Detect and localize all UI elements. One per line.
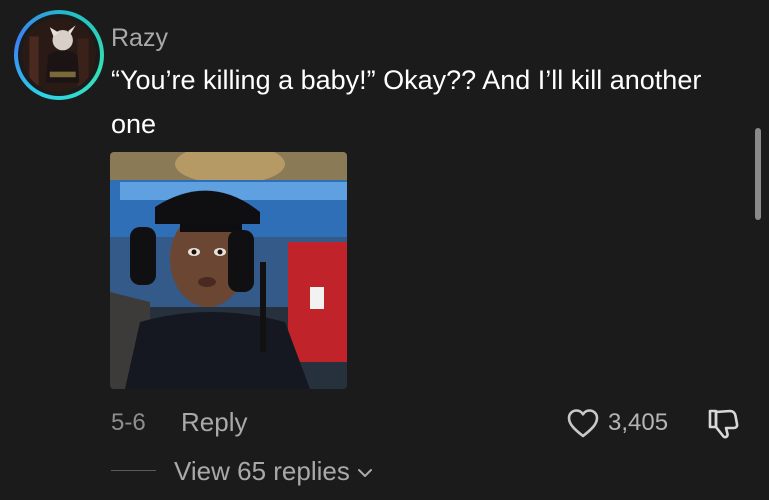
comment-image-content (110, 152, 347, 389)
comment-date: 5-6 (111, 409, 146, 436)
comment-username[interactable]: Razy (111, 24, 168, 53)
dislike-button[interactable] (706, 406, 740, 440)
like-button[interactable]: 3,405 (566, 406, 676, 440)
replies-divider (111, 470, 156, 471)
chevron-down-icon[interactable] (356, 466, 374, 480)
comment-text: “You’re killing a baby!” Okay?? And I’ll… (111, 65, 702, 139)
view-replies-button[interactable]: View 65 replies (174, 456, 374, 487)
reply-button[interactable]: Reply (181, 407, 247, 438)
like-count: 3,405 (608, 409, 669, 436)
avatar-inner (18, 14, 100, 96)
heart-outline-icon[interactable] (566, 407, 600, 439)
view-replies-label[interactable]: View 65 replies (174, 456, 350, 487)
thumbs-down-icon[interactable] (706, 406, 740, 440)
avatar-figure (22, 18, 96, 92)
avatar-image (22, 18, 96, 92)
avatar[interactable] (14, 10, 104, 100)
comment-image[interactable] (110, 152, 347, 389)
scrollbar[interactable] (755, 128, 761, 220)
